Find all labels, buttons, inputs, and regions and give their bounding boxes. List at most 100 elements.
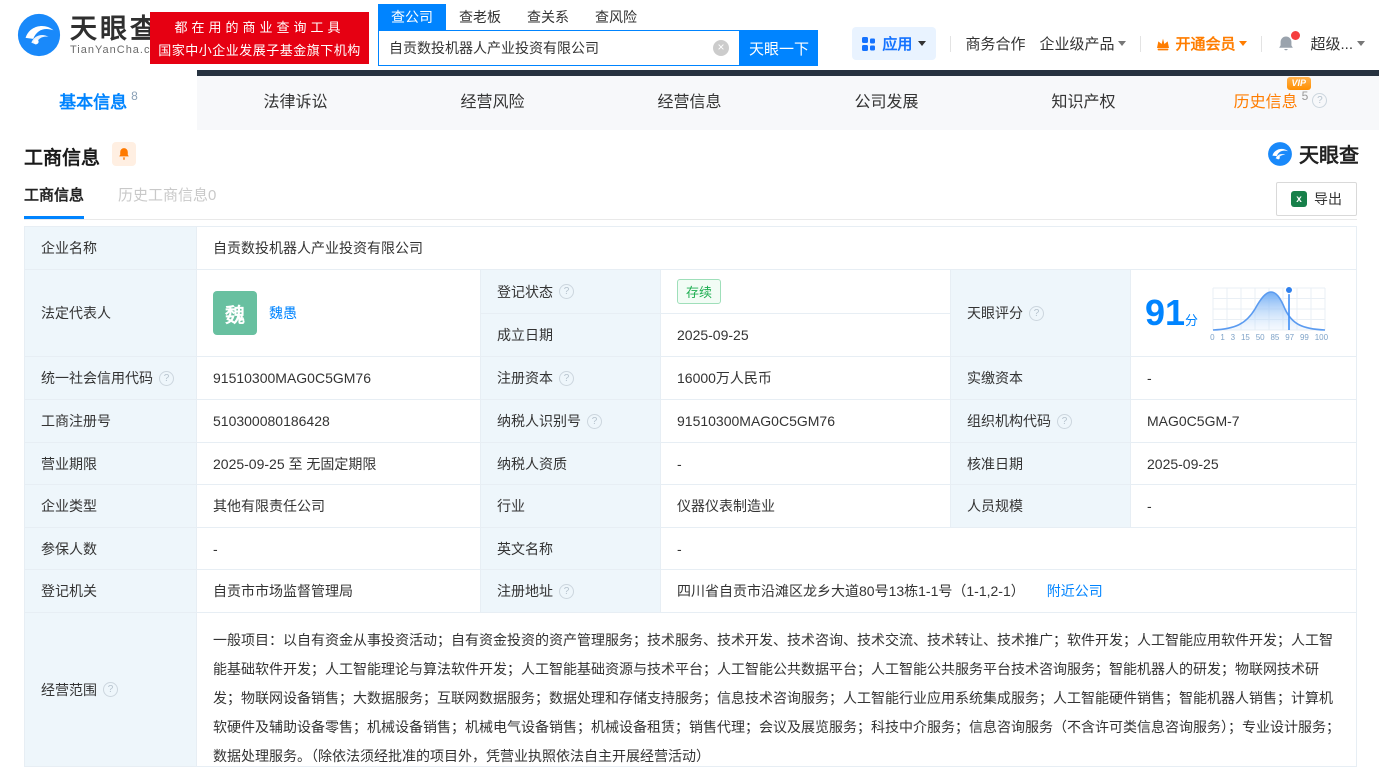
label-reg-address: 注册地址? — [481, 570, 661, 613]
value-paid-capital: - — [1131, 357, 1357, 400]
label-company-name: 企业名称 — [25, 227, 197, 270]
label-biz-term: 营业期限 — [25, 443, 197, 485]
apps-menu[interactable]: 应用 — [852, 27, 937, 60]
apps-label: 应用 — [882, 36, 913, 53]
search-button[interactable]: 天眼一下 — [740, 30, 818, 66]
label-staff-size: 人员规模 — [951, 485, 1131, 528]
search-input[interactable]: 自贡数投机器人产业投资有限公司 × — [378, 30, 740, 66]
score-distribution-chart: 01 3 15 50 85 97 99 100 — [1210, 284, 1328, 342]
value-company-type: 其他有限责任公司 — [197, 485, 481, 528]
clear-icon[interactable]: × — [713, 40, 729, 56]
nearby-companies-link[interactable]: 附近公司 — [1047, 581, 1103, 601]
value-reg-capital: 16000万人民币 — [661, 357, 951, 400]
page-tabbar: 基本信息 8 法律诉讼 经营风险 经营信息 公司发展 知识产权 VIP 历史信息 5… — [0, 70, 1379, 130]
help-icon[interactable]: ? — [559, 583, 574, 599]
user-menu[interactable]: 超级... — [1310, 33, 1365, 54]
help-icon[interactable]: ? — [159, 370, 174, 386]
divider — [1261, 35, 1263, 52]
page: 天眼查 TianYanCha.com 都在用的商业查询工具 国家中小企业发展子基… — [0, 0, 1379, 771]
value-approval-date: 2025-09-25 — [1131, 443, 1357, 485]
chevron-down-icon — [1118, 41, 1127, 46]
notification-bell-icon[interactable] — [1276, 30, 1301, 54]
label-industry: 行业 — [481, 485, 661, 528]
header: 天眼查 TianYanCha.com 都在用的商业查询工具 国家中小企业发展子基… — [0, 0, 1379, 70]
label-score: 天眼评分? — [951, 270, 1131, 357]
legal-rep-avatar[interactable]: 魏 — [213, 291, 257, 335]
apps-grid-icon — [862, 36, 876, 51]
tab-operation-info[interactable]: 经营信息 — [591, 70, 788, 130]
business-info-table: 企业名称 自贡数投机器人产业投资有限公司 法定代表人 魏 魏愚 登记状态? 存续… — [24, 226, 1357, 767]
label-reg-status: 登记状态? — [481, 270, 661, 314]
label-org-code: 组织机构代码? — [951, 400, 1131, 443]
value-org-code: MAG0C5GM-7 — [1131, 400, 1357, 443]
help-icon[interactable]: ? — [1312, 92, 1328, 108]
search-input-value: 自贡数投机器人产业投资有限公司 — [389, 40, 599, 56]
tab-company-development[interactable]: 公司发展 — [788, 70, 985, 130]
value-reg-status: 存续 — [661, 270, 951, 314]
section-header: 工商信息 天眼查 — [0, 130, 1379, 182]
slogan-banner: 都在用的商业查询工具 国家中小企业发展子基金旗下机构 — [150, 12, 369, 64]
status-badge: 存续 — [677, 279, 722, 304]
tab-history-info[interactable]: VIP 历史信息 5 ? — [1182, 70, 1379, 130]
tab-intellectual-property[interactable]: 知识产权 — [985, 70, 1182, 130]
divider — [950, 35, 952, 52]
monitor-bell-icon[interactable] — [112, 142, 136, 166]
value-biz-scope: 一般项目：以自有资金从事投资活动；自有资金投资的资产管理服务；技术服务、技术开发… — [197, 613, 1357, 767]
search-tab-relation[interactable]: 查关系 — [514, 4, 582, 30]
tab-legal-litigation[interactable]: 法律诉讼 — [197, 70, 394, 130]
legal-rep-link[interactable]: 魏愚 — [269, 303, 297, 323]
value-company-name: 自贡数投机器人产业投资有限公司 — [197, 227, 1357, 270]
tab-basic-info[interactable]: 基本信息 8 — [0, 70, 197, 130]
score-number: 91分 — [1145, 292, 1199, 333]
label-est-date: 成立日期 — [481, 314, 661, 357]
help-icon[interactable]: ? — [559, 284, 574, 299]
chevron-down-icon — [1357, 41, 1365, 46]
value-reg-authority: 自贡市市场监督管理局 — [197, 570, 481, 613]
help-icon[interactable]: ? — [1029, 305, 1044, 321]
value-taxpayer-quality: - — [661, 443, 951, 485]
value-reg-address: 四川省自贡市沿滩区龙乡大道80号13栋1-1号（1-1,2-1） 附近公司 — [661, 570, 1357, 613]
value-english-name: - — [661, 528, 1357, 570]
divider — [1140, 35, 1142, 52]
subtab-business-info[interactable]: 工商信息 — [24, 184, 85, 219]
watermark-logo-icon — [1268, 141, 1292, 166]
watermark-logo: 天眼查 — [1267, 139, 1359, 168]
top-nav: 应用 商务合作 企业级产品 开通会员 超级... — [852, 27, 1365, 60]
score-axis-ticks: 01 3 15 50 85 97 99 100 — [1210, 333, 1329, 342]
tab-operation-risk[interactable]: 经营风险 — [394, 70, 591, 130]
subtab-history-business-info[interactable]: 历史工商信息0 — [118, 184, 216, 219]
label-reg-capital: 注册资本? — [481, 357, 661, 400]
label-taxpayer-id: 纳税人识别号? — [481, 400, 661, 443]
search-tab-boss[interactable]: 查老板 — [446, 4, 514, 30]
tianyancha-logo[interactable]: 天眼查 TianYanCha.com — [16, 12, 168, 58]
label-approval-date: 核准日期 — [951, 443, 1131, 485]
value-legal-rep: 魏 魏愚 — [197, 270, 481, 357]
export-button[interactable]: x 导出 — [1276, 182, 1357, 216]
label-english-name: 英文名称 — [481, 528, 661, 570]
search-tab-risk[interactable]: 查风险 — [582, 4, 650, 30]
label-biz-scope: 经营范围? — [25, 613, 197, 767]
value-score: 91分 0 1 3 15 50 85 97 99 100 — [1131, 270, 1357, 357]
nav-open-vip[interactable]: 开通会员 — [1155, 33, 1248, 54]
value-reg-no: 510300080186428 — [197, 400, 481, 443]
help-icon[interactable]: ? — [587, 413, 602, 429]
value-taxpayer-id: 91510300MAG0C5GM76 — [661, 400, 951, 443]
crown-icon — [1157, 38, 1170, 50]
nav-cooperation[interactable]: 商务合作 — [965, 33, 1025, 54]
slogan-line1: 都在用的商业查询工具 — [174, 20, 345, 35]
label-company-type: 企业类型 — [25, 485, 197, 528]
search-row: 自贡数投机器人产业投资有限公司 × 天眼一下 — [378, 30, 818, 66]
excel-icon: x — [1291, 191, 1307, 207]
chevron-down-icon — [918, 41, 927, 46]
subtabs: 工商信息 历史工商信息0 x 导出 — [24, 182, 1357, 220]
help-icon[interactable]: ? — [559, 370, 574, 386]
label-legal-rep: 法定代表人 — [25, 270, 197, 357]
label-taxpayer-quality: 纳税人资质 — [481, 443, 661, 485]
value-uscc: 91510300MAG0C5GM76 — [197, 357, 481, 400]
search-tab-company[interactable]: 查公司 — [378, 4, 446, 30]
slogan-line2: 国家中小企业发展子基金旗下机构 — [158, 43, 361, 58]
help-icon[interactable]: ? — [1057, 413, 1072, 429]
nav-enterprise-products[interactable]: 企业级产品 — [1039, 33, 1127, 54]
help-icon[interactable]: ? — [103, 682, 118, 697]
section-title: 工商信息 — [24, 148, 101, 169]
